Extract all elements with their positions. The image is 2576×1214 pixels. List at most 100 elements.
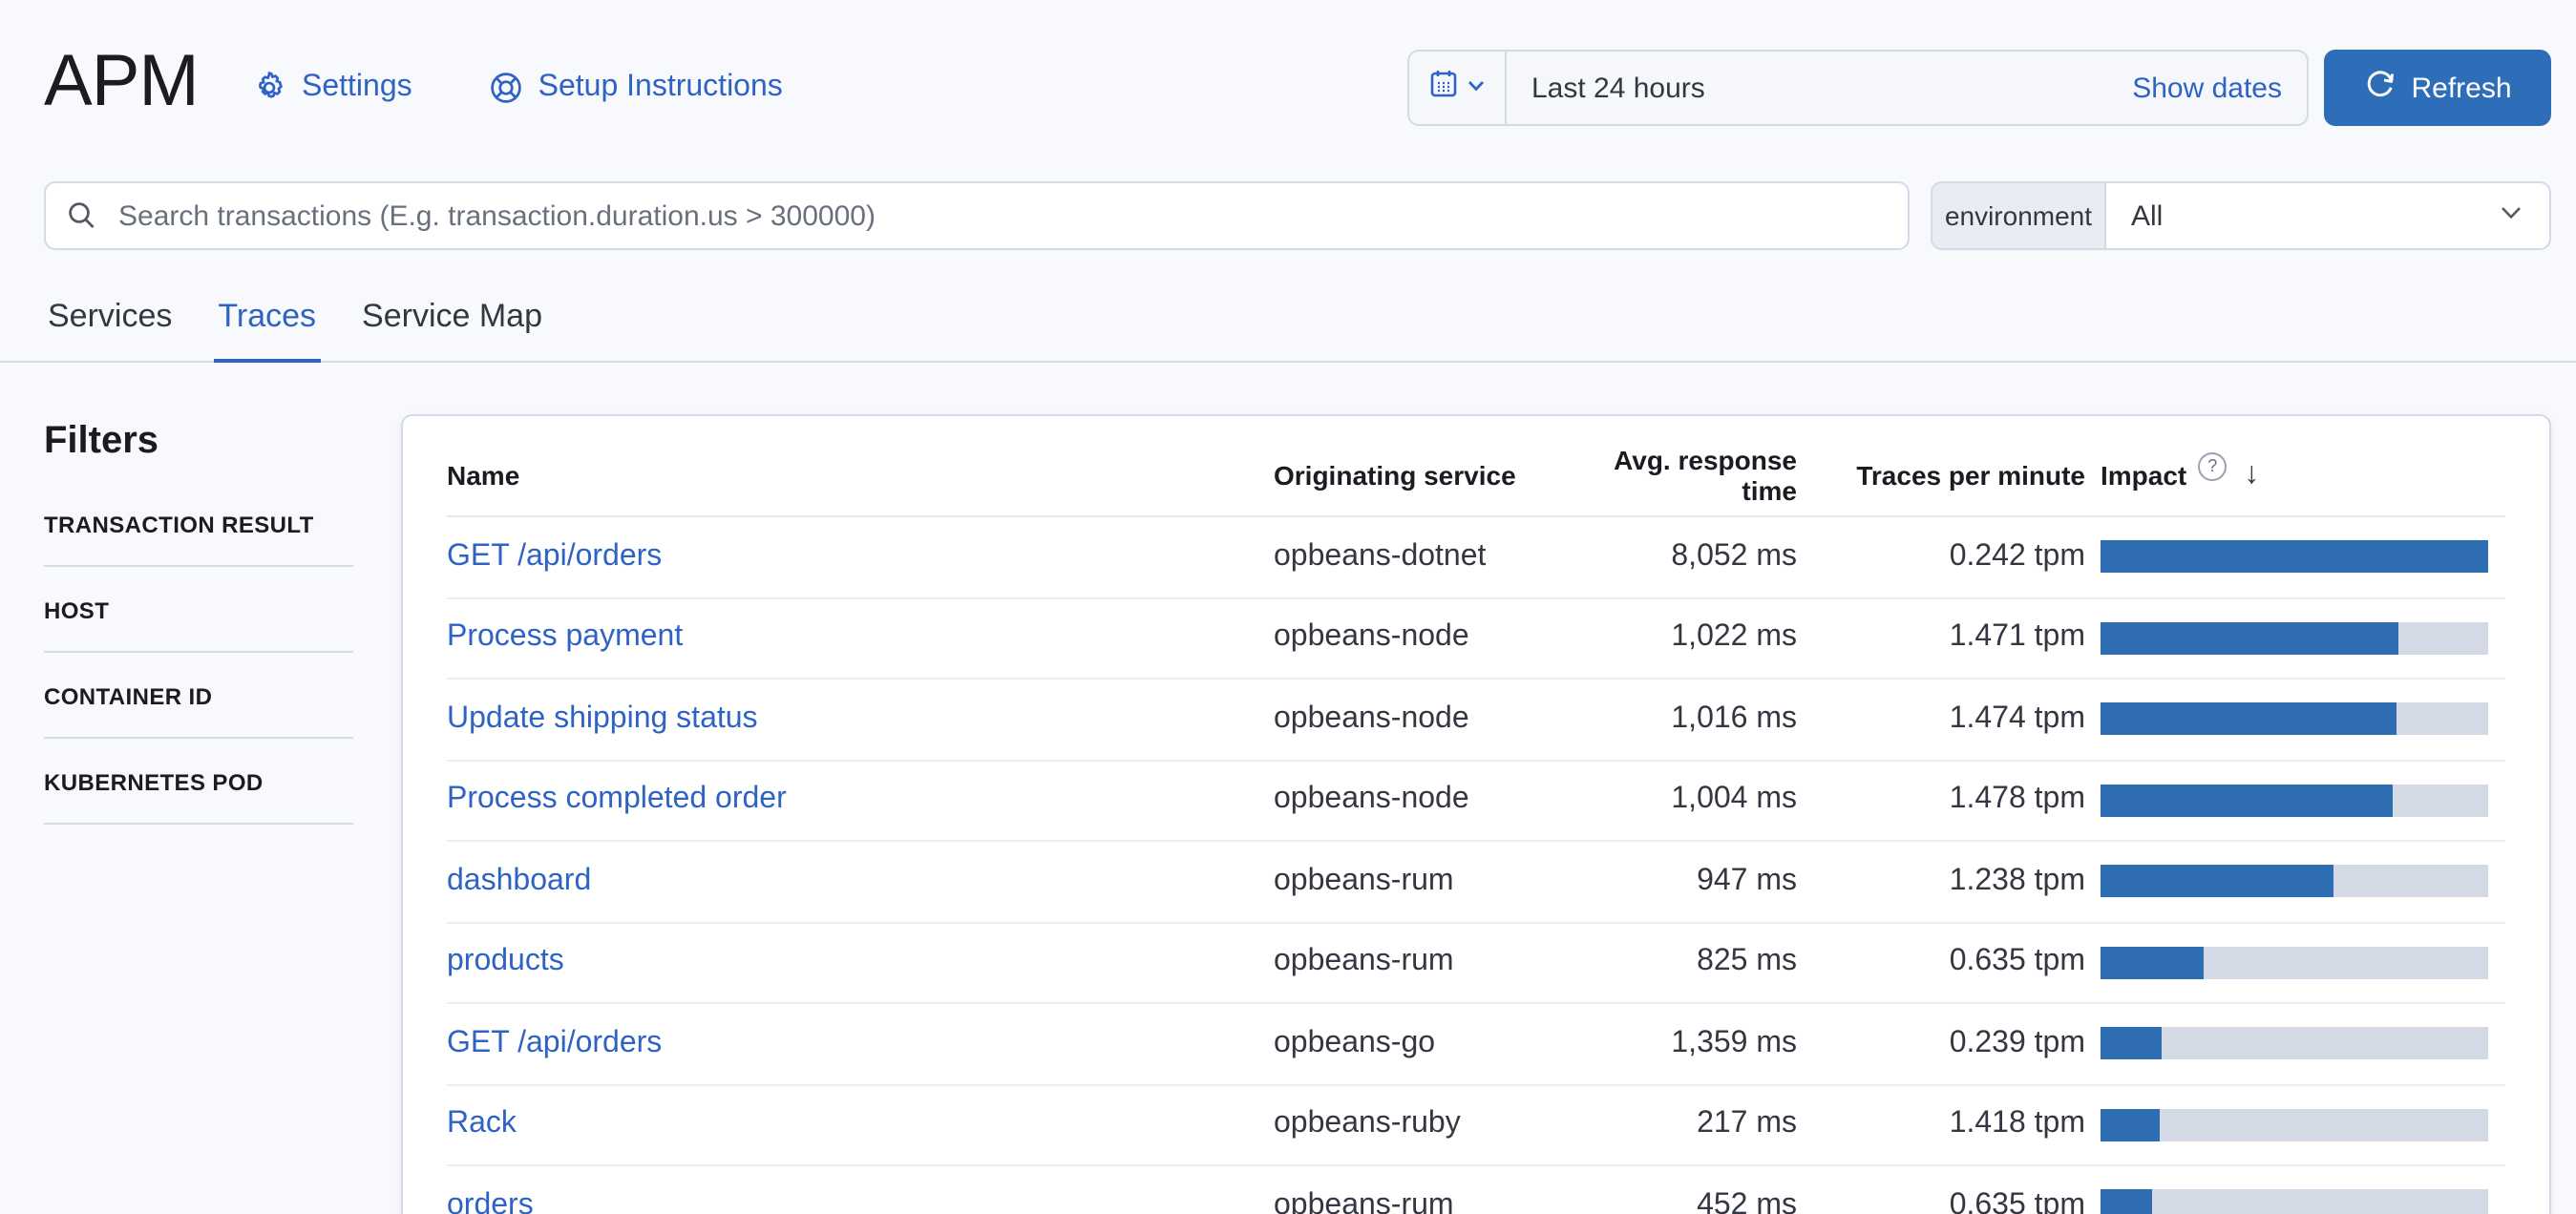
- impact-bar: [2101, 865, 2488, 898]
- impact-bar: [2101, 784, 2488, 817]
- column-header-impact[interactable]: Impact ? ↓: [2085, 435, 2505, 517]
- impact-bar-fill: [2101, 621, 2399, 655]
- originating-service-cell: opbeans-rum: [1274, 1165, 1568, 1214]
- impact-bar-fill: [2101, 865, 2333, 898]
- gear-icon: [252, 71, 286, 105]
- traces-table-body: GET /api/orders opbeans-dotnet 8,052 ms …: [447, 516, 2505, 1214]
- transaction-name-link[interactable]: dashboard: [447, 865, 591, 897]
- tab-traces[interactable]: Traces: [214, 281, 321, 363]
- settings-label: Settings: [302, 71, 412, 103]
- calendar-dropdown-button[interactable]: [1409, 52, 1507, 124]
- filter-item[interactable]: CONTAINER ID: [44, 683, 353, 739]
- avg-response-time-cell: 947 ms: [1568, 841, 1797, 923]
- column-header-originating-service[interactable]: Originating service: [1274, 435, 1568, 517]
- environment-select[interactable]: environment All: [1931, 181, 2551, 250]
- settings-link[interactable]: Settings: [252, 71, 412, 105]
- traces-per-minute-cell: 0.242 tpm: [1797, 516, 2085, 598]
- impact-bar-fill: [2101, 540, 2488, 574]
- transaction-name-link[interactable]: GET /api/orders: [447, 540, 662, 573]
- table-row: orders opbeans-rum 452 ms 0.635 tpm: [447, 1165, 2505, 1214]
- impact-cell: [2085, 516, 2505, 598]
- impact-bar-fill: [2101, 946, 2204, 979]
- table-row: Process payment opbeans-node 1,022 ms 1.…: [447, 597, 2505, 680]
- impact-bar: [2101, 621, 2488, 655]
- avg-response-time-cell: 1,022 ms: [1568, 597, 1797, 680]
- transaction-name-link[interactable]: Process completed order: [447, 784, 787, 816]
- table-row: GET /api/orders opbeans-go 1,359 ms 0.23…: [447, 1003, 2505, 1085]
- avg-response-time-cell: 1,004 ms: [1568, 760, 1797, 842]
- table-row: Rack opbeans-ruby 217 ms 1.418 tpm: [447, 1084, 2505, 1166]
- impact-cell: [2085, 1084, 2505, 1166]
- search-box: [44, 181, 1910, 250]
- originating-service-cell: opbeans-node: [1274, 597, 1568, 680]
- originating-service-cell: opbeans-rum: [1274, 841, 1568, 923]
- column-header-avg-response-time[interactable]: Avg. response time: [1568, 435, 1797, 517]
- column-header-traces-per-minute[interactable]: Traces per minute: [1797, 435, 2085, 517]
- refresh-icon: [2363, 68, 2396, 108]
- setup-instructions-link[interactable]: Setup Instructions: [489, 71, 783, 105]
- traces-per-minute-cell: 0.635 tpm: [1797, 1165, 2085, 1214]
- filters-title: Filters: [44, 420, 159, 462]
- tab-services[interactable]: Services: [44, 281, 176, 361]
- impact-cell: [2085, 1165, 2505, 1214]
- table-row: products opbeans-rum 825 ms 0.635 tpm: [447, 922, 2505, 1004]
- search-transactions-input[interactable]: [44, 181, 1910, 250]
- search-icon: [67, 200, 97, 241]
- table-row: Process completed order opbeans-node 1,0…: [447, 760, 2505, 842]
- transaction-name-link[interactable]: Process payment: [447, 621, 683, 654]
- traces-per-minute-cell: 1.478 tpm: [1797, 760, 2085, 842]
- impact-cell: [2085, 841, 2505, 923]
- tabs-bar: Services Traces Service Map: [0, 281, 2576, 363]
- originating-service-cell: opbeans-node: [1274, 760, 1568, 842]
- avg-response-time-cell: 8,052 ms: [1568, 516, 1797, 598]
- help-icon[interactable]: ?: [2198, 451, 2228, 480]
- impact-bar-fill: [2101, 1108, 2160, 1141]
- impact-bar: [2101, 946, 2488, 979]
- traces-per-minute-cell: 0.635 tpm: [1797, 922, 2085, 1004]
- traces-table-card: Name Originating service Avg. response t…: [401, 414, 2551, 1214]
- filter-item[interactable]: TRANSACTION RESULT: [44, 512, 353, 567]
- chevron-down-icon: [1467, 71, 1486, 105]
- impact-cell: [2085, 1003, 2505, 1085]
- impact-bar-fill: [2101, 1189, 2152, 1214]
- traces-per-minute-cell: 1.418 tpm: [1797, 1084, 2085, 1166]
- originating-service-cell: opbeans-dotnet: [1274, 516, 1568, 598]
- filter-item[interactable]: HOST: [44, 597, 353, 653]
- date-range-picker[interactable]: Last 24 hours Show dates: [1407, 50, 2309, 126]
- show-dates-button[interactable]: Show dates: [2132, 72, 2307, 104]
- impact-bar-fill: [2101, 1027, 2162, 1060]
- filter-item[interactable]: KUBERNETES POD: [44, 769, 353, 825]
- environment-value: All: [2131, 199, 2164, 232]
- filters-sidebar: Filters TRANSACTION RESULT HOST CONTAINER …: [44, 420, 353, 855]
- sort-desc-icon: ↓: [2244, 458, 2260, 491]
- page-title: APM: [44, 42, 200, 122]
- avg-response-time-cell: 452 ms: [1568, 1165, 1797, 1214]
- calendar-icon: [1428, 68, 1459, 108]
- transaction-name-link[interactable]: Update shipping status: [447, 702, 758, 735]
- transaction-name-link[interactable]: products: [447, 946, 564, 978]
- avg-response-time-cell: 1,016 ms: [1568, 679, 1797, 761]
- impact-bar: [2101, 1189, 2488, 1214]
- table-row: dashboard opbeans-rum 947 ms 1.238 tpm: [447, 841, 2505, 923]
- avg-response-time-cell: 825 ms: [1568, 922, 1797, 1004]
- impact-bar-fill: [2101, 702, 2397, 736]
- impact-cell: [2085, 760, 2505, 842]
- refresh-button[interactable]: Refresh: [2324, 50, 2551, 126]
- tab-service-map[interactable]: Service Map: [358, 281, 546, 361]
- impact-cell: [2085, 597, 2505, 680]
- impact-bar: [2101, 1108, 2488, 1141]
- transaction-name-link[interactable]: Rack: [447, 1108, 517, 1141]
- transaction-name-link[interactable]: orders: [447, 1189, 534, 1214]
- apm-page: APM Settings Setup Instructions Last 24 …: [0, 0, 2576, 1214]
- originating-service-cell: opbeans-ruby: [1274, 1084, 1568, 1166]
- impact-bar: [2101, 540, 2488, 574]
- column-header-name[interactable]: Name: [447, 435, 1274, 517]
- header-links: Settings Setup Instructions: [252, 57, 783, 118]
- setup-instructions-label: Setup Instructions: [538, 71, 783, 103]
- traces-per-minute-cell: 1.471 tpm: [1797, 597, 2085, 680]
- table-row: GET /api/orders opbeans-dotnet 8,052 ms …: [447, 516, 2505, 598]
- traces-per-minute-cell: 1.474 tpm: [1797, 679, 2085, 761]
- traces-per-minute-cell: 1.238 tpm: [1797, 841, 2085, 923]
- date-range-value[interactable]: Last 24 hours: [1507, 72, 2132, 104]
- transaction-name-link[interactable]: GET /api/orders: [447, 1027, 662, 1059]
